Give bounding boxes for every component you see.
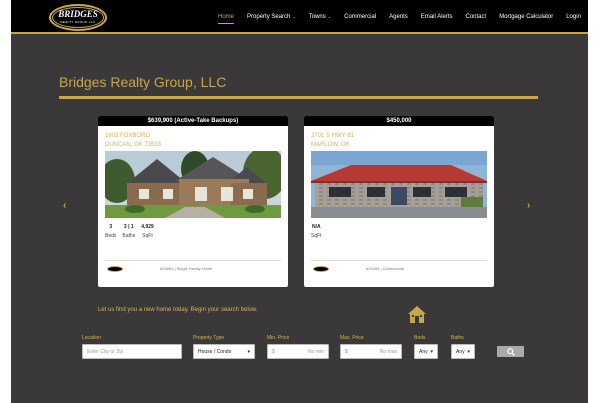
nav-towns-label: Towns <box>308 14 326 20</box>
chevron-down-icon: ⌄ <box>327 14 332 19</box>
listing-card[interactable]: $450,000 2701 S HWY 81 MARLOW, OK N/A Sq… <box>304 116 494 287</box>
sqft-value: N/A <box>311 224 321 230</box>
min-price-input[interactable]: $ No min <box>267 344 329 359</box>
listing-stats: 3 Beds 3 | 1 Baths 4,929 SqFt <box>105 223 154 241</box>
listing-meta: #25063 | Single Family Home <box>160 266 213 271</box>
dollar-icon: $ <box>345 348 348 355</box>
max-price-field: Max. Price $ No max <box>340 334 402 359</box>
baths-value: 3 | 1 <box>123 224 134 230</box>
beds-label: Beds <box>105 233 117 239</box>
property-type-value: House / Condo <box>198 348 232 355</box>
sqft-label: SqFt <box>142 233 153 239</box>
location-label: Location <box>82 335 101 341</box>
beds-value: 3 <box>109 224 113 230</box>
nav-property-search-label: Property Search <box>247 14 291 20</box>
brokerage-logo-icon <box>313 266 329 272</box>
listing-stats: N/A SqFt <box>311 223 322 241</box>
property-type-field: Property Type House / Condo ▾ <box>193 334 255 359</box>
beds-stat: 3 Beds <box>105 223 116 241</box>
max-price-input[interactable]: $ No max <box>340 344 402 359</box>
beds-select[interactable]: Any ▾ <box>414 344 438 359</box>
house-icon <box>407 304 427 329</box>
beds-field: Beds Any ▾ <box>414 334 438 359</box>
house-photo-image <box>105 151 281 218</box>
chevron-down-icon: ▾ <box>467 348 470 355</box>
listing-street[interactable]: 1602 FOXBORO <box>105 132 150 141</box>
baths-stat: 3 | 1 Baths <box>122 223 135 241</box>
nav-mortgage-calculator[interactable]: Mortgage Calculator <box>499 13 553 24</box>
chevron-down-icon: ▾ <box>430 348 433 355</box>
nav-property-search[interactable]: Property Search ⌄ <box>247 13 296 24</box>
page-title: Bridges Realty Group, LLC <box>59 74 227 90</box>
listing-photo[interactable] <box>105 151 281 218</box>
baths-label: Baths <box>122 233 136 239</box>
beds-filter-label: Beds <box>414 335 426 341</box>
max-price-label: Max. Price <box>340 335 364 341</box>
search-cta-text: Let us find you a new home today. Begin … <box>98 307 258 313</box>
chevron-down-icon: ⌄ <box>292 14 296 19</box>
main-nav: Home Property Search ⌄ Towns ⌄ Commercial … <box>218 13 594 24</box>
beds-filter-value: Any <box>419 348 428 355</box>
listing-photo[interactable] <box>311 151 487 218</box>
listing-street[interactable]: 2701 S HWY 81 <box>311 132 354 141</box>
min-price-label: Min. Price <box>267 335 290 341</box>
sqft-stat: N/A SqFt <box>311 223 322 241</box>
baths-filter-value: Any <box>456 348 465 355</box>
search-button[interactable] <box>497 346 524 357</box>
nav-commercial[interactable]: Commercial <box>344 13 376 24</box>
house-icon-shape <box>408 306 426 323</box>
sqft-value: 4,929 <box>141 224 154 230</box>
baths-select[interactable]: Any ▾ <box>451 344 475 359</box>
location-input[interactable]: Enter City or Zip <box>82 344 182 359</box>
property-type-select[interactable]: House / Condo ▾ <box>193 344 255 359</box>
nav-agents[interactable]: Agents <box>389 13 408 24</box>
search-icon <box>506 347 515 356</box>
brokerage-logo-icon <box>107 266 123 272</box>
nav-home[interactable]: Home <box>218 13 235 24</box>
location-placeholder: Enter City or Zip <box>87 348 124 355</box>
nav-email-alerts[interactable]: Email Alerts <box>421 13 453 24</box>
listing-meta: #25495 | Commercial <box>366 266 404 271</box>
nav-contact[interactable]: Contact <box>466 13 487 24</box>
brand-logo[interactable]: BRIDGES REALTY GROUP, LLC <box>49 4 107 31</box>
title-divider <box>59 96 538 99</box>
listing-card[interactable]: $639,900 (Active-Take Backups) 1602 FOXB… <box>98 116 288 287</box>
carousel-prev-button[interactable]: ‹ <box>63 200 66 211</box>
sqft-label: SqFt <box>311 233 322 239</box>
dollar-icon: $ <box>272 348 275 355</box>
baths-filter-label: Baths <box>451 335 464 341</box>
min-price-placeholder: No min <box>308 348 324 355</box>
min-price-field: Min. Price $ No min <box>267 334 329 359</box>
property-type-label: Property Type <box>193 335 225 341</box>
card-divider <box>311 260 487 261</box>
top-navbar: BRIDGES REALTY GROUP, LLC Home Property … <box>11 0 588 34</box>
nav-towns[interactable]: Towns ⌄ <box>309 13 331 24</box>
listing-city[interactable]: DUNCAN, OK 73533 <box>105 141 161 150</box>
listing-city[interactable]: MARLOW, OK <box>311 141 350 150</box>
nav-login[interactable]: Login <box>566 13 581 24</box>
listing-price: $639,900 (Active-Take Backups) <box>98 116 288 126</box>
sqft-stat: 4,929 SqFt <box>141 223 154 241</box>
carousel-next-button[interactable]: › <box>527 200 530 211</box>
baths-field: Baths Any ▾ <box>451 334 475 359</box>
commercial-photo-image <box>311 151 487 218</box>
max-price-placeholder: No max <box>379 348 397 355</box>
card-divider <box>105 260 281 261</box>
location-field: Location Enter City or Zip <box>82 334 182 359</box>
chevron-down-icon: ▾ <box>247 348 250 355</box>
listing-price: $450,000 <box>304 116 494 126</box>
page-frame: BRIDGES REALTY GROUP, LLC Home Property … <box>11 0 588 403</box>
